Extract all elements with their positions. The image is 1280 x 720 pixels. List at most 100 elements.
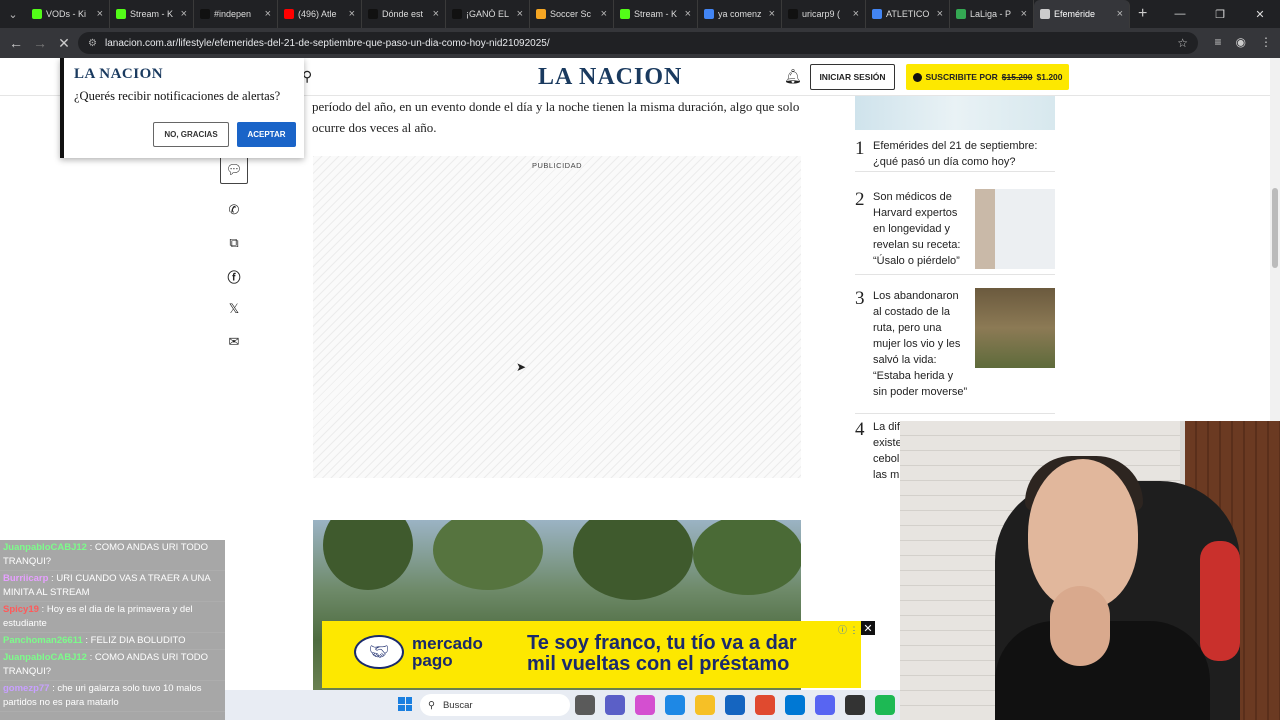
- taskbar-app-icon[interactable]: [665, 695, 685, 715]
- tab-search-icon[interactable]: ⌄: [0, 0, 26, 28]
- tab-close-icon[interactable]: ×: [349, 8, 355, 20]
- taskbar-app-icon[interactable]: [605, 695, 625, 715]
- tab-close-icon[interactable]: ×: [601, 8, 607, 20]
- decline-notifications-button[interactable]: NO, GRACIAS: [153, 122, 229, 147]
- bell-icon[interactable]: 🔔︎: [784, 68, 802, 85]
- tab-favicon-icon: [1040, 9, 1050, 19]
- tab-favicon-icon: [368, 9, 378, 19]
- x-twitter-icon[interactable]: 𝕏: [220, 295, 248, 323]
- site-logo[interactable]: LA NACION: [538, 64, 682, 91]
- subscribe-new-price: $1.200: [1036, 72, 1063, 82]
- loading-stop-icon[interactable]: ✕: [52, 35, 76, 52]
- profile-icon[interactable]: ◉: [1236, 35, 1246, 49]
- tab-close-icon[interactable]: ×: [97, 8, 103, 20]
- taskbar-app-icon[interactable]: [695, 695, 715, 715]
- taskbar-app-icon[interactable]: [575, 695, 595, 715]
- chat-username[interactable]: JuanpabloCABJ12: [3, 652, 87, 663]
- browser-tab[interactable]: LaLiga - P ×: [950, 0, 1034, 28]
- ranking-title[interactable]: Los abandonaron al costado de la ruta, p…: [873, 288, 968, 400]
- tab-close-icon[interactable]: ×: [685, 8, 691, 20]
- tab-title: ¡GANÓ EL: [466, 9, 510, 19]
- ranking-thumbnail[interactable]: [975, 189, 1055, 269]
- taskbar-app-icon[interactable]: [725, 695, 745, 715]
- facebook-icon[interactable]: ⓕ: [220, 262, 248, 290]
- tab-close-icon[interactable]: ×: [265, 8, 271, 20]
- tab-close-icon[interactable]: ×: [769, 8, 775, 20]
- minimize-icon[interactable]: —: [1160, 0, 1200, 28]
- windows-start-icon[interactable]: [398, 697, 412, 711]
- accept-notifications-button[interactable]: ACEPTAR: [237, 122, 296, 147]
- ranking-number: 4: [855, 419, 865, 440]
- browser-tab[interactable]: uricarp9 (×: [782, 0, 866, 28]
- taskbar-app-icon[interactable]: [755, 695, 775, 715]
- media-control-icon[interactable]: ≡: [1215, 35, 1222, 49]
- browser-tab[interactable]: #indepen ×: [194, 0, 278, 28]
- chat-username[interactable]: Spicy19: [3, 604, 39, 615]
- taskbar-search-placeholder: Buscar: [442, 699, 473, 711]
- tab-close-icon[interactable]: ×: [853, 8, 859, 20]
- browser-tab[interactable]: Soccer Sc ×: [530, 0, 614, 28]
- taskbar-app-icon[interactable]: [875, 695, 895, 715]
- tab-close-icon[interactable]: ×: [937, 8, 943, 20]
- url-field[interactable]: ⚙ lanacion.com.ar/lifestyle/efemerides-d…: [78, 32, 1198, 54]
- back-arrow-icon[interactable]: ←: [4, 35, 28, 51]
- ranking-item-2[interactable]: 2 Son médicos de Harvard expertos en lon…: [855, 189, 1055, 275]
- windows-taskbar: ⚲ Buscar: [225, 690, 900, 720]
- ranking-item-3[interactable]: 3 Los abandonaron al costado de la ruta,…: [855, 288, 1055, 414]
- tab-close-icon[interactable]: ×: [1117, 8, 1123, 20]
- subscribe-button[interactable]: SUSCRIBITE POR $15.290 $1.200: [906, 64, 1069, 90]
- browser-tab[interactable]: Stream - K ×: [614, 0, 698, 28]
- ranking-title[interactable]: Efemérides del 21 de septiembre: ¿qué pa…: [873, 138, 1053, 170]
- whatsapp-icon[interactable]: ✆: [220, 196, 248, 224]
- ad-info-icon[interactable]: ⓘ ⋮: [838, 623, 859, 636]
- site-info-icon[interactable]: ⚙: [88, 38, 97, 49]
- ranking-title[interactable]: La dif existe cebol las m: [873, 419, 901, 483]
- browser-tab[interactable]: (496) Atle ×: [278, 0, 362, 28]
- comments-icon[interactable]: 💬︎: [220, 156, 248, 184]
- chat-message: Panchoman26611 : FELIZ DIA BOLUDITO: [0, 633, 225, 650]
- chat-username[interactable]: gomezp77: [3, 683, 49, 694]
- ranking-thumbnail[interactable]: [975, 288, 1055, 368]
- tab-close-icon[interactable]: ×: [181, 8, 187, 20]
- taskbar-app-icon[interactable]: [815, 695, 835, 715]
- ranking-item-1[interactable]: 1 Efemérides del 21 de septiembre: ¿qué …: [855, 138, 1055, 172]
- browser-tab[interactable]: VODs - Ki ×: [26, 0, 110, 28]
- close-window-icon[interactable]: ✕: [1240, 0, 1280, 28]
- browser-tab[interactable]: Efeméride ×: [1034, 0, 1130, 28]
- scrollbar-thumb[interactable]: [1272, 188, 1278, 268]
- menu-kebab-icon[interactable]: ⋮: [1260, 35, 1272, 49]
- browser-tab[interactable]: Stream - K ×: [110, 0, 194, 28]
- taskbar-app-icon[interactable]: [635, 695, 655, 715]
- mercadopago-ad-banner[interactable]: 🤝︎ mercado pago Te soy franco, tu tío va…: [322, 621, 861, 688]
- browser-tab[interactable]: ya comenz ×: [698, 0, 782, 28]
- tab-favicon-icon: [32, 9, 42, 19]
- browser-tab[interactable]: ATLETICO ×: [866, 0, 950, 28]
- tab-title: Efeméride: [1054, 9, 1096, 19]
- taskbar-app-icon[interactable]: [785, 695, 805, 715]
- chat-username[interactable]: Panchoman26611: [3, 635, 83, 646]
- close-ad-icon[interactable]: ✕: [861, 621, 875, 635]
- slogan-line-2: mil vueltas con el préstamo: [527, 653, 790, 675]
- sidebar-top-image[interactable]: [855, 96, 1055, 130]
- tab-title: Soccer Sc: [550, 9, 592, 19]
- browser-tab[interactable]: ¡GANÓ EL ×: [446, 0, 530, 28]
- login-button[interactable]: INICIAR SESIÓN: [810, 64, 895, 90]
- browser-tab[interactable]: Dónde est ×: [362, 0, 446, 28]
- restore-icon[interactable]: ❐: [1200, 0, 1240, 28]
- new-tab-button[interactable]: +: [1138, 5, 1147, 23]
- ad-placeholder[interactable]: PUBLICIDAD: [313, 156, 801, 478]
- chat-username[interactable]: JuanpabloCABJ12: [3, 542, 87, 553]
- ranking-title[interactable]: Son médicos de Harvard expertos en longe…: [873, 189, 965, 269]
- tab-close-icon[interactable]: ×: [517, 8, 523, 20]
- taskbar-search-field[interactable]: ⚲ Buscar: [420, 694, 570, 716]
- tab-close-icon[interactable]: ×: [433, 8, 439, 20]
- forward-arrow-icon[interactable]: →: [28, 35, 52, 51]
- webcam-overlay: [900, 421, 1280, 720]
- bookmark-star-icon[interactable]: ☆: [1177, 36, 1188, 50]
- chat-username[interactable]: Burriicarp: [3, 573, 48, 584]
- copy-link-icon[interactable]: ⧉: [220, 229, 248, 257]
- email-icon[interactable]: ✉: [220, 328, 248, 356]
- taskbar-app-icon[interactable]: [845, 695, 865, 715]
- tab-title: (496) Atle: [298, 9, 337, 19]
- tab-close-icon[interactable]: ×: [1021, 8, 1027, 20]
